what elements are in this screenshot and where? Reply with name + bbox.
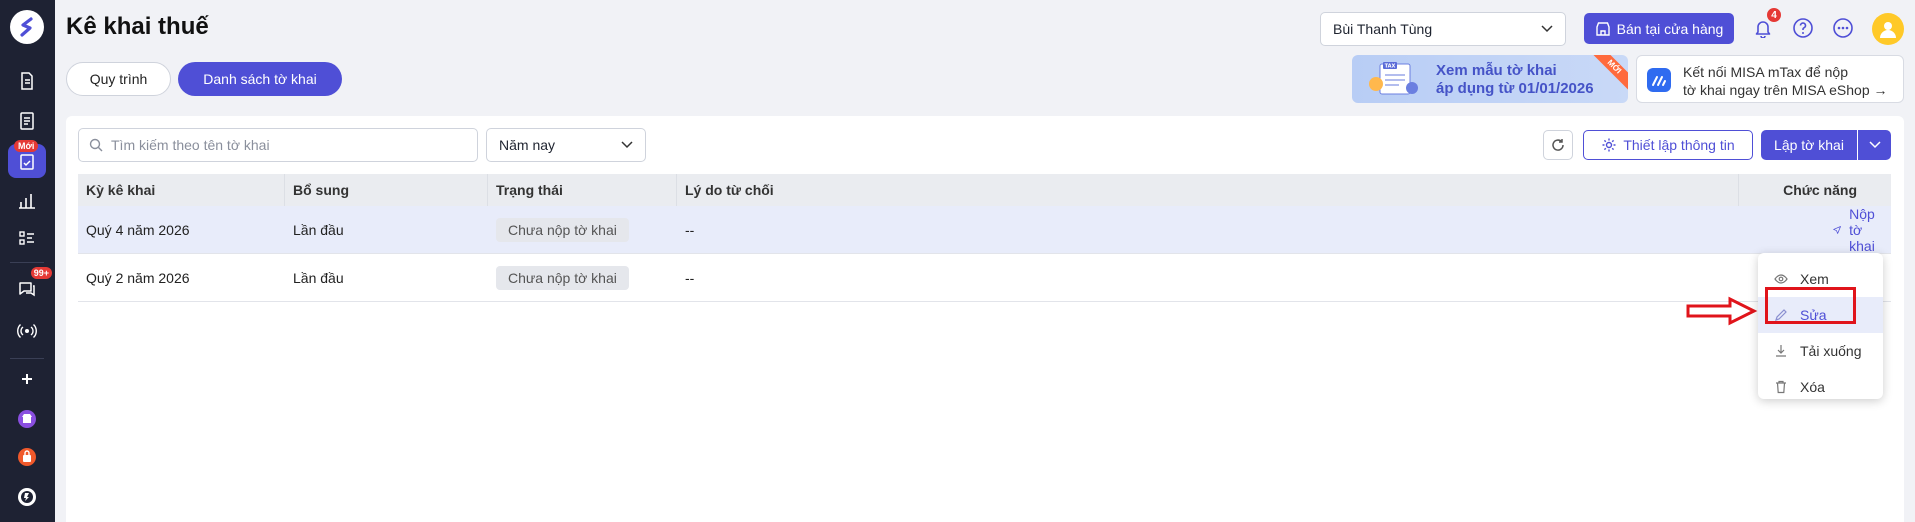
chevron-down-icon — [621, 141, 633, 149]
tax-document-illustration: TAX — [1369, 62, 1418, 95]
status-badge: Chưa nộp tờ khai — [496, 266, 629, 290]
table-row[interactable]: Quý 2 năm 2026 Lần đầu Chưa nộp tờ khai … — [78, 254, 1891, 302]
page-title: Kê khai thuế — [66, 13, 209, 40]
row-actions-menu: Xem Sửa Tải xuống Xóa — [1758, 253, 1883, 399]
list-check-icon[interactable] — [8, 222, 46, 256]
user-select[interactable]: Bùi Thanh Tùng — [1320, 12, 1566, 46]
notification-count: 4 — [1765, 6, 1783, 24]
chat-badge: 99+ — [30, 267, 52, 279]
search-input[interactable] — [111, 137, 461, 153]
column-header-period: Kỳ kê khai — [78, 174, 285, 206]
column-header-supplement: Bổ sung — [285, 174, 488, 206]
tax-form-promo-banner[interactable]: TAX Xem mẫu tờ khai áp dụng từ 01/01/202… — [1352, 55, 1628, 103]
tab-process[interactable]: Quy trình — [66, 62, 171, 96]
menu-item-download[interactable]: Tải xuống — [1758, 333, 1883, 369]
setup-info-button[interactable]: Thiết lập thông tin — [1583, 130, 1753, 160]
refresh-button[interactable] — [1543, 130, 1573, 160]
table-row[interactable]: Quý 4 năm 2026 Lần đầu Chưa nộp tờ khai … — [78, 206, 1891, 254]
tax-promo-line2: áp dụng từ 01/01/2026 — [1436, 80, 1594, 97]
help-icon[interactable] — [1791, 16, 1815, 40]
status-badge: Chưa nộp tờ khai — [496, 218, 629, 242]
chevron-down-icon — [1541, 25, 1553, 33]
create-declaration-button[interactable]: Lập tờ khai — [1761, 130, 1857, 160]
cell-reason: -- — [685, 222, 695, 238]
cell-supplement: Lần đầu — [293, 222, 344, 238]
app-logo[interactable] — [10, 10, 44, 44]
submit-declaration-label: Nộp tờ khai — [1849, 206, 1875, 254]
misa-app-icon[interactable] — [8, 480, 46, 514]
tax-promo-line1: Xem mẫu tờ khai — [1436, 62, 1557, 79]
eye-icon — [1774, 274, 1788, 284]
column-header-actions: Chức năng — [1783, 182, 1857, 198]
mtax-promo-banner[interactable]: Kết nối MISA mTax để nộp tờ khai ngay tr… — [1636, 55, 1904, 103]
sidebar: Mới 99+ — [0, 0, 55, 522]
download-icon — [1776, 345, 1786, 357]
add-icon[interactable] — [8, 362, 46, 396]
invoice-icon[interactable] — [8, 64, 46, 98]
column-header-reason: Lý do từ chối — [677, 174, 1739, 206]
column-header-status: Trạng thái — [488, 174, 677, 206]
cell-reason: -- — [685, 270, 695, 286]
annotation-arrow-icon — [1686, 296, 1758, 326]
menu-item-view-label: Xem — [1800, 271, 1829, 287]
sell-in-store-button[interactable]: Bán tại cửa hàng — [1584, 13, 1734, 44]
shop-app-icon[interactable] — [8, 440, 46, 474]
notification-bell-icon[interactable]: 4 — [1751, 6, 1783, 40]
sidebar-item-tax[interactable]: Mới — [8, 140, 46, 178]
menu-item-delete[interactable]: Xóa — [1758, 369, 1883, 405]
user-icon — [1880, 22, 1896, 38]
mtax-promo-line1: Kết nối MISA mTax để nộp — [1683, 64, 1848, 80]
cell-supplement: Lần đầu — [293, 270, 344, 286]
refresh-icon — [1552, 139, 1564, 151]
trash-icon — [1776, 380, 1786, 394]
new-badge: Mới — [14, 140, 39, 152]
highlight-box — [1765, 287, 1856, 324]
avatar[interactable] — [1872, 13, 1904, 45]
more-options-icon[interactable] — [1831, 16, 1855, 40]
user-name: Bùi Thanh Tùng — [1333, 21, 1433, 37]
search-icon — [89, 138, 103, 152]
table-header: Kỳ kê khai Bổ sung Trạng thái Lý do từ c… — [78, 174, 1891, 206]
send-icon — [1833, 226, 1841, 234]
mtax-icon — [1647, 68, 1671, 92]
year-filter-select[interactable]: Năm nay — [486, 128, 646, 162]
cell-period: Quý 4 năm 2026 — [86, 222, 190, 238]
create-declaration-dropdown[interactable] — [1858, 130, 1891, 160]
store-icon — [1595, 21, 1610, 36]
search-box[interactable] — [78, 128, 478, 162]
chat-icon[interactable]: 99+ — [8, 267, 52, 306]
tax-tag-text: TAX — [1385, 64, 1396, 70]
mtax-promo-line2: tờ khai ngay trên MISA eShop → — [1683, 82, 1888, 98]
chart-icon[interactable] — [8, 184, 46, 218]
menu-item-download-label: Tải xuống — [1800, 343, 1862, 359]
gear-icon — [1602, 138, 1616, 152]
setup-info-label: Thiết lập thông tin — [1623, 137, 1735, 153]
broadcast-icon[interactable] — [8, 314, 46, 348]
menu-item-delete-label: Xóa — [1800, 379, 1825, 395]
submit-declaration-link[interactable]: Nộp tờ khai — [1833, 206, 1891, 254]
document-icon[interactable] — [8, 104, 46, 138]
tax-icon — [20, 154, 34, 170]
tab-declaration-list[interactable]: Danh sách tờ khai — [178, 62, 342, 96]
year-filter-value: Năm nay — [499, 137, 556, 153]
chevron-down-icon — [1868, 141, 1881, 149]
store-app-icon[interactable] — [8, 402, 46, 436]
cell-period: Quý 2 năm 2026 — [86, 270, 190, 286]
sell-in-store-label: Bán tại cửa hàng — [1616, 20, 1724, 37]
